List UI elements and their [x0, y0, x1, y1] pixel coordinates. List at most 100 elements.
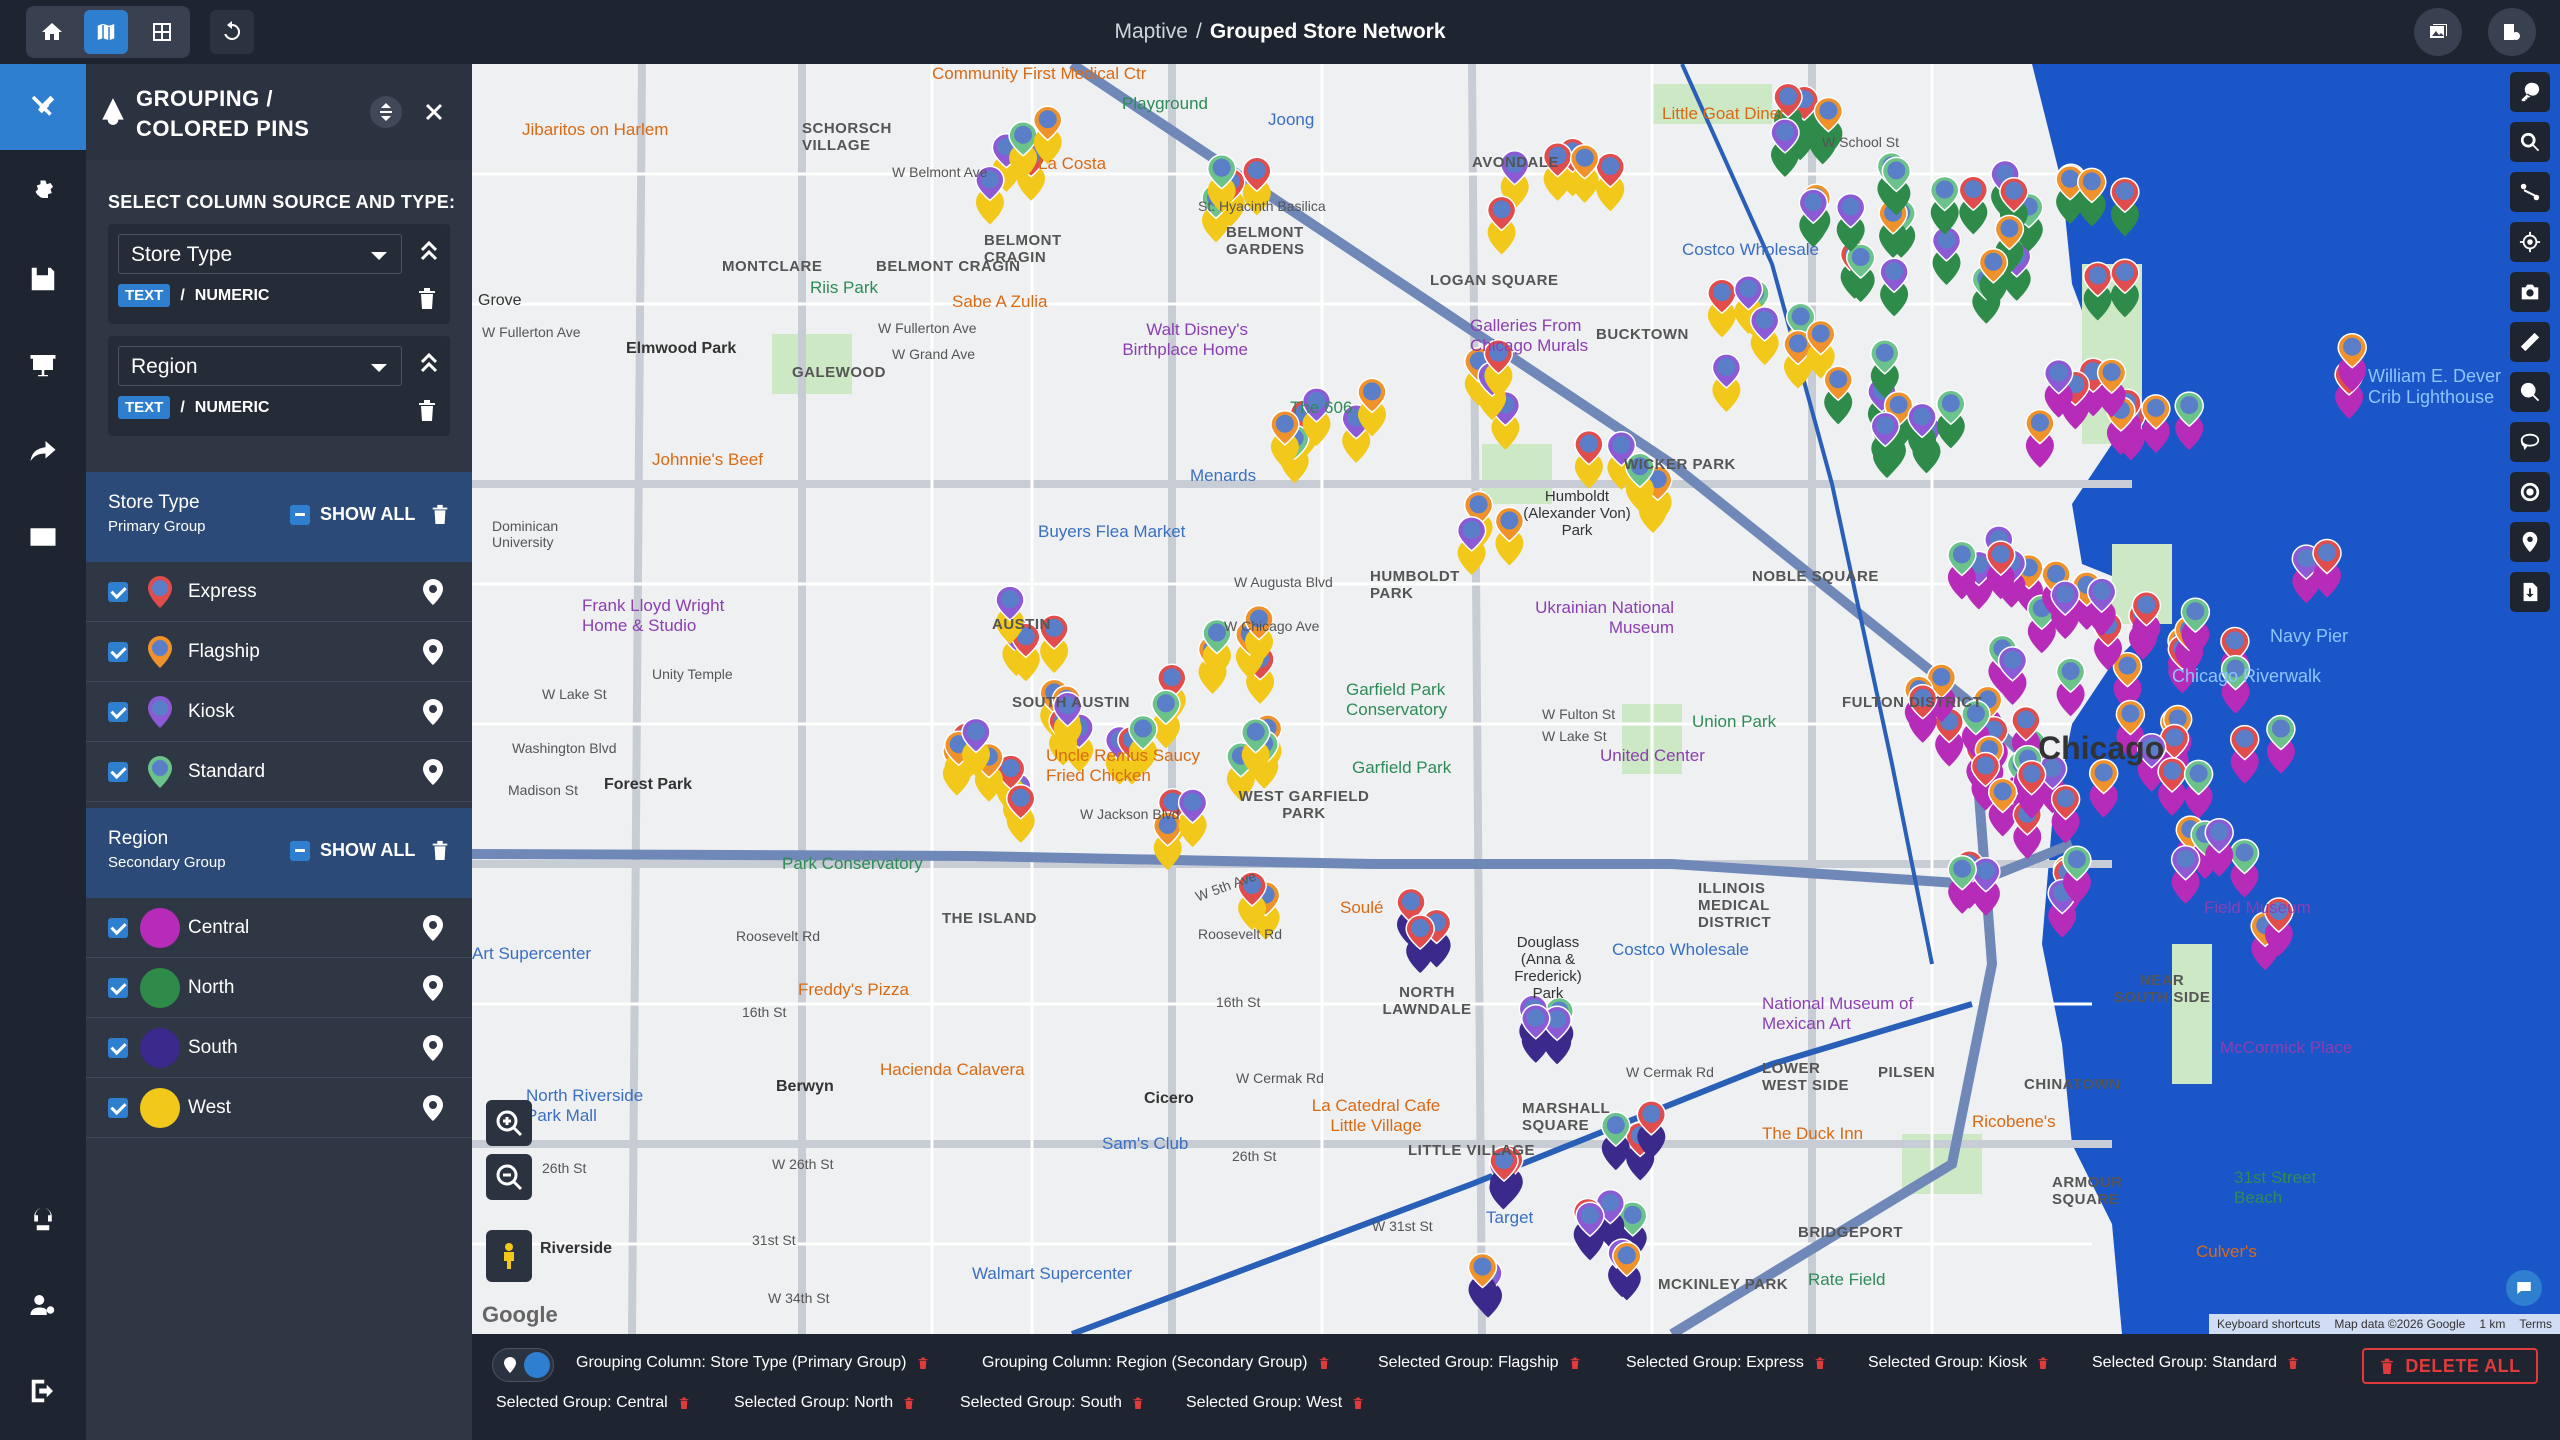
map-label[interactable]: Walt Disney's Birthplace Home [1118, 320, 1248, 360]
map-label[interactable]: Buyers Flea Market [1038, 522, 1185, 542]
map-canvas[interactable]: Community First Medical Ctr Playground J… [472, 64, 2560, 1334]
lasso-tool[interactable] [2510, 422, 2550, 462]
map-label[interactable]: Sam's Club [1102, 1134, 1188, 1154]
map-label[interactable]: 31st Street Beach [2234, 1168, 2334, 1208]
store-pin[interactable] [1575, 1201, 1605, 1261]
store-pin[interactable] [1574, 429, 1604, 489]
store-pin[interactable] [2229, 724, 2260, 784]
store-pin[interactable] [1151, 689, 1181, 749]
store-pin[interactable] [2110, 177, 2140, 237]
map-label[interactable]: Costco Wholesale [1612, 940, 1749, 960]
store-pin[interactable] [1711, 353, 1742, 412]
map-pin-icon[interactable] [422, 638, 444, 666]
map-label[interactable]: Menards [1190, 466, 1256, 486]
group-item-north[interactable]: North [86, 958, 472, 1018]
checkbox[interactable] [108, 918, 128, 938]
map-label[interactable]: The 606 [1290, 398, 1352, 418]
expand-collapse-button[interactable] [370, 96, 402, 128]
images-button[interactable] [2414, 8, 2462, 56]
store-pin[interactable] [1595, 152, 1626, 212]
store-pin[interactable] [1177, 788, 1208, 847]
map-label[interactable]: Rate Field [1808, 1270, 1885, 1290]
store-pin[interactable] [2088, 758, 2119, 818]
rail-logout[interactable] [0, 1348, 86, 1434]
terms-link[interactable]: Terms [2519, 1317, 2552, 1331]
zoom-in-button[interactable] [486, 1100, 532, 1146]
rail-present[interactable] [0, 322, 86, 408]
map-pin-icon[interactable] [422, 974, 444, 1002]
type-numeric-option[interactable]: NUMERIC [195, 399, 270, 417]
filter-chip[interactable]: Selected Group: Standard [2092, 1354, 2299, 1372]
map-label[interactable]: Riis Park [810, 278, 878, 298]
store-pin[interactable] [2025, 408, 2055, 468]
map-label[interactable]: Unity Temple [652, 666, 733, 682]
scale-bar[interactable]: 1 km [2479, 1317, 2505, 1331]
type-text-chip[interactable]: TEXT [118, 284, 171, 307]
home-button[interactable] [30, 10, 74, 54]
map-label[interactable]: La Costa [1038, 154, 1106, 174]
filter-chip[interactable]: Selected Group: South [960, 1394, 1144, 1412]
pin-toggle[interactable] [492, 1348, 554, 1382]
filter-chip[interactable]: Selected Group: West [1186, 1394, 1364, 1412]
search-tool[interactable] [2510, 122, 2550, 162]
store-pin[interactable] [1823, 365, 1853, 425]
store-pin[interactable] [2110, 258, 2140, 318]
map-label[interactable]: Ricobene's [1972, 1112, 2056, 1132]
zoom-search-tool[interactable] [2510, 372, 2550, 412]
store-pin[interactable] [1997, 646, 2028, 705]
store-pin[interactable] [2077, 167, 2107, 227]
map-label[interactable]: Uncle Remus Saucy Fried Chicken [1046, 746, 1226, 786]
map-settings-button[interactable] [2488, 8, 2536, 56]
map-label[interactable]: Community First Medical Ctr [932, 64, 1146, 84]
map-label[interactable]: La Catedral Cafe Little Village [1306, 1096, 1446, 1136]
store-pin[interactable] [1707, 278, 1737, 338]
double-chevron-up-icon[interactable] [418, 352, 440, 374]
locate-tool[interactable] [2510, 222, 2550, 262]
map-label[interactable]: St. Hyacinth Basilica [1198, 198, 1326, 214]
delete-all-button[interactable]: DELETE ALL [2362, 1348, 2538, 1384]
rail-tools[interactable] [0, 64, 86, 150]
rail-share[interactable] [0, 408, 86, 494]
store-pin[interactable] [1456, 516, 1487, 575]
store-pin[interactable] [1987, 777, 2018, 837]
map-label[interactable]: Union Park [1692, 712, 1776, 732]
trash-icon[interactable] [1814, 1356, 1826, 1370]
map-label[interactable]: Playground [1122, 94, 1208, 114]
store-pin[interactable] [1494, 506, 1525, 566]
chat-button[interactable] [2506, 1270, 2542, 1306]
map-label[interactable]: Frank Lloyd Wright Home & Studio [582, 596, 732, 636]
target-tool[interactable] [2510, 472, 2550, 512]
map-label[interactable]: Soulé [1340, 898, 1383, 918]
export-tool[interactable] [2510, 572, 2550, 612]
map-label[interactable]: Costco Wholesale [1682, 240, 1819, 260]
checkbox[interactable] [108, 978, 128, 998]
map-pin-icon[interactable] [422, 698, 444, 726]
map-label[interactable]: Joong [1268, 110, 1314, 130]
filter-chip[interactable]: Selected Group: Express [1626, 1354, 1826, 1372]
map-label[interactable]: Culver's [2196, 1242, 2257, 1262]
map-label[interactable]: Garfield Park [1352, 758, 1451, 778]
trash-icon[interactable] [917, 1356, 929, 1370]
map-pin-icon[interactable] [422, 914, 444, 942]
filter-chip[interactable]: Selected Group: Kiosk [1868, 1354, 2049, 1372]
trash-icon[interactable] [678, 1396, 690, 1410]
double-chevron-up-icon[interactable] [418, 240, 440, 262]
column-select-region[interactable]: Region [118, 346, 402, 386]
keyboard-shortcuts-link[interactable]: Keyboard shortcuts [2217, 1317, 2320, 1331]
filter-chip[interactable]: Selected Group: Flagship [1378, 1354, 1581, 1372]
map-button[interactable] [84, 10, 128, 54]
map-pin-icon[interactable] [422, 1034, 444, 1062]
store-pin[interactable] [2055, 657, 2086, 717]
store-pin[interactable] [1405, 914, 1435, 973]
store-pin[interactable] [1929, 175, 1960, 235]
show-all-toggle[interactable]: SHOW ALL [290, 840, 415, 861]
checkbox[interactable] [108, 762, 128, 782]
group-item-south[interactable]: South [86, 1018, 472, 1078]
checkbox[interactable] [108, 1038, 128, 1058]
trash-icon[interactable] [416, 286, 438, 310]
trash-icon[interactable] [2287, 1356, 2299, 1370]
map-label[interactable]: Johnnie's Beef [652, 450, 763, 470]
filter-chip[interactable]: Grouping Column: Store Type (Primary Gro… [576, 1354, 929, 1372]
trash-icon[interactable] [416, 398, 438, 422]
camera-tool[interactable] [2510, 272, 2550, 312]
